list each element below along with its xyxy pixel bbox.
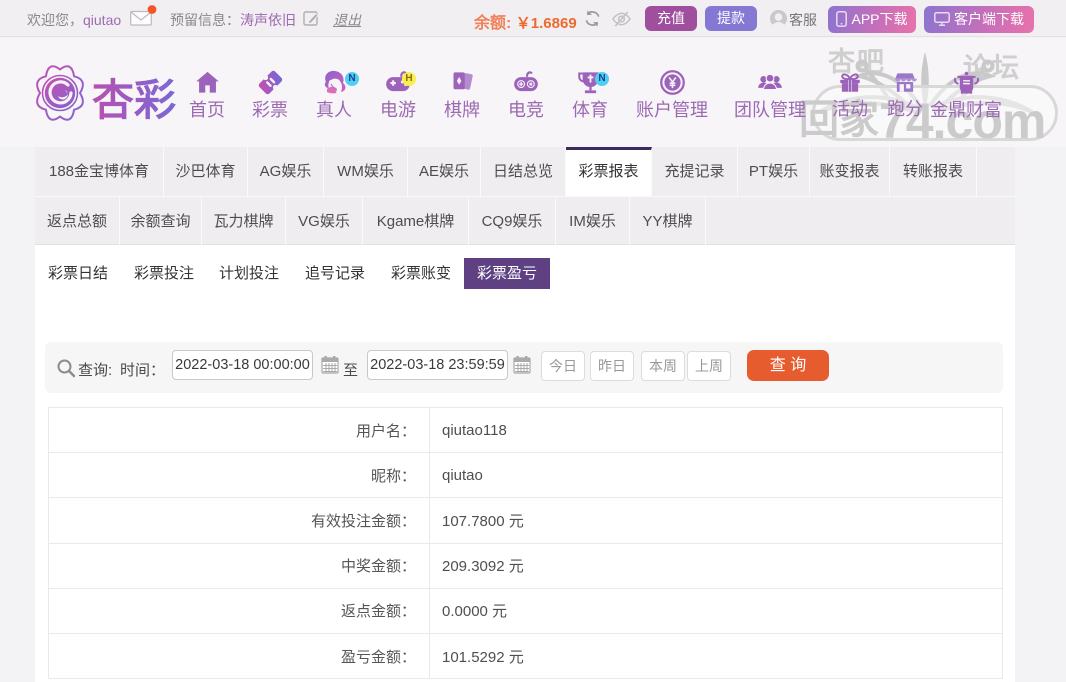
svg-text:杏彩: 杏彩 [92, 77, 176, 125]
